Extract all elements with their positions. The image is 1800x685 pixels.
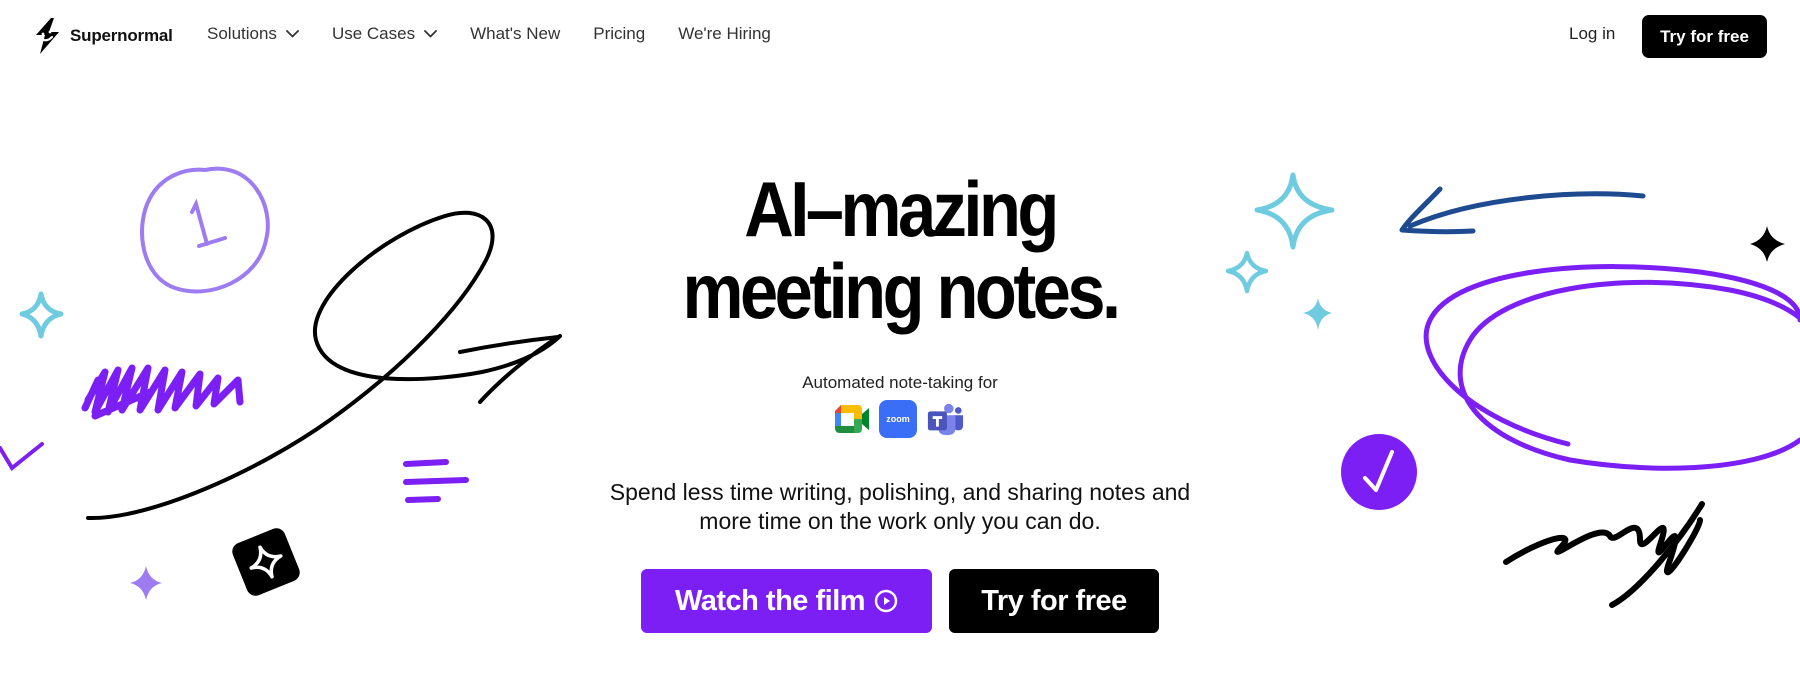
cyan-sparkle-large [1254,172,1335,250]
nav-item-whats-new[interactable]: What's New [470,24,560,44]
nav-item-use-cases[interactable]: Use Cases [332,24,437,44]
nav-label-whats-new: What's New [470,24,561,43]
integration-icons: zoom [832,400,964,438]
black-loop-arrow-doodle [86,210,562,521]
black-zigzag-doodle [1503,501,1705,608]
watch-film-label: Watch the film [674,584,866,617]
nav-label-pricing: Pricing [593,24,646,43]
brand-logo[interactable]: Supernormal [32,17,173,55]
purple-check-doodle [0,442,44,471]
black-sparkle-doodle [1750,226,1785,262]
check-circle-doodle [1341,434,1417,510]
login-link[interactable]: Log in [1569,24,1615,44]
nav-item-pricing[interactable]: Pricing [593,24,645,44]
zoom-icon: zoom [879,400,917,438]
navy-arrow-doodle [1399,186,1646,235]
top-navigation: Supernormal Solutions Use Cases What's N… [0,0,1800,72]
try-for-free-hero-button[interactable]: Try for free [949,569,1159,633]
purple-sparkle-small [130,566,162,600]
purple-loops-doodle [1423,264,1800,471]
nav-links: Solutions Use Cases What's New Pricing W… [207,24,804,44]
chevron-down-icon [424,30,437,38]
teams-icon [926,400,964,438]
nav-label-use-cases: Use Cases [331,24,416,43]
nav-label-hiring: We're Hiring [678,24,771,43]
tagline-line-2: more time on the work only you can do. [699,508,1101,534]
hero-tagline: Spend less time writing, polishing, and … [560,478,1240,536]
purple-scribble-doodle [81,364,244,420]
play-circle-icon [874,589,898,613]
try-for-free-nav-button[interactable]: Try for free [1642,15,1767,58]
watch-the-film-button[interactable]: Watch the film [641,569,932,633]
brand-name: Supernormal [70,26,173,45]
chevron-down-icon [286,30,299,38]
cyan-sparkle-left [19,291,64,339]
number-one-circle-doodle [140,166,270,294]
google-meet-icon [832,400,870,438]
supernormal-logo-icon [36,18,59,54]
integrations-label: Automated note-taking for [802,373,998,392]
cyan-sparkle-medium [1225,250,1269,294]
nav-item-solutions[interactable]: Solutions [207,24,299,44]
nav-label-solutions: Solutions [207,24,277,43]
nav-item-hiring[interactable]: We're Hiring [678,24,771,44]
hero-headline: AI–mazing meeting notes. [636,168,1164,332]
tagline-line-1: Spend less time writing, polishing, and … [609,479,1191,505]
headline-line-1: AI–mazing [744,165,1059,253]
zoom-icon-text: zoom [886,414,910,424]
purple-lines-doodle [403,459,469,503]
headline-line-2: meeting notes. [682,247,1121,335]
sparkle-tile-doodle [232,528,300,596]
cyan-sparkle-small [1303,298,1332,330]
